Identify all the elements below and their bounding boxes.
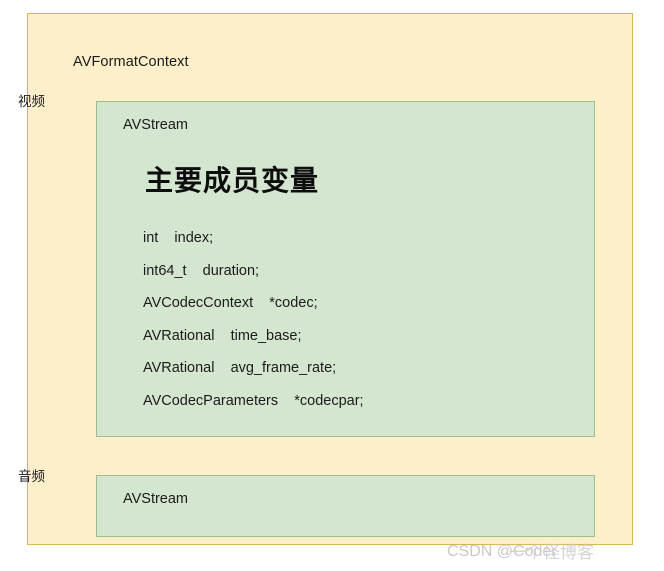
avformatcontext-label: AVFormatContext [73,54,189,70]
avstream-audio-box: AVStream [96,475,595,537]
watermark-overlay-text: 一个怪博客 [509,543,594,562]
avstream-audio-label: AVStream [123,491,189,507]
avformatcontext-box: AVFormatContext AVStream 主要成员变量 int inde… [27,13,633,545]
members-list: int index; int64_t duration; AVCodecCont… [143,222,573,417]
avstream-video-label: AVStream [123,117,189,133]
member-row: AVCodecParameters *codecpar; [143,392,364,409]
member-row: AVRational avg_frame_rate; [143,360,337,376]
members-heading: 主要成员变量 [145,165,320,196]
member-row: int64_t duration; [143,262,260,279]
member-row: AVRational time_base; [143,327,302,344]
member-row: int index; [143,230,214,246]
member-row: AVCodecContext *codec; [143,295,318,311]
avstream-video-box: AVStream 主要成员变量 int index; int64_t durat… [96,101,595,437]
side-label-audio: 音频 [18,469,45,484]
diagram-canvas: AVFormatContext AVStream 主要成员变量 int inde… [0,0,664,571]
side-label-video: 视频 [18,94,45,109]
